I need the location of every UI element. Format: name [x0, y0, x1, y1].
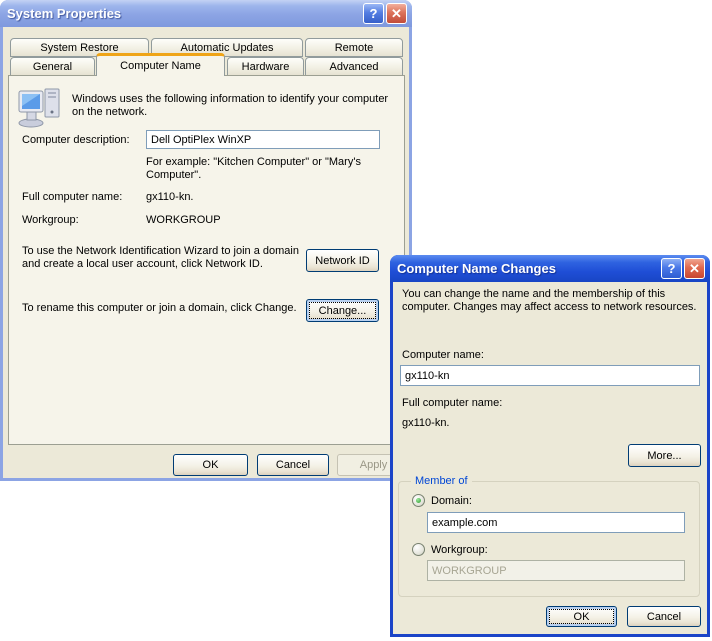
ok-button[interactable]: OK	[546, 606, 617, 627]
description-example-text: For example: "Kitchen Computer" or "Mary…	[146, 156, 386, 182]
full-computer-name-value: gx110-kn.	[146, 191, 194, 204]
computer-name-changes-window: Computer Name Changes ? ✕ You can change…	[390, 255, 710, 637]
tab-remote[interactable]: Remote	[305, 38, 403, 57]
computer-name-changes-titlebar[interactable]: Computer Name Changes ? ✕	[390, 255, 710, 282]
close-icon[interactable]: ✕	[386, 3, 407, 24]
domain-radio-label[interactable]: Domain:	[431, 495, 472, 508]
computer-description-input[interactable]	[146, 130, 380, 149]
full-computer-name-label: Full computer name:	[22, 191, 122, 204]
computer-name-input[interactable]	[400, 365, 700, 386]
computer-name-label: Computer name:	[402, 349, 484, 362]
computer-icon	[18, 88, 64, 128]
change-help-text: To rename this computer or join a domain…	[22, 302, 322, 315]
workgroup-label: Workgroup:	[22, 214, 79, 227]
network-id-button[interactable]: Network ID	[306, 249, 379, 272]
tab-computer-name[interactable]: Computer Name	[96, 53, 225, 76]
full-computer-name-label: Full computer name:	[402, 397, 502, 410]
member-of-groupbox: Member of Domain: Workgroup:	[398, 481, 700, 597]
computer-description-label: Computer description:	[22, 134, 130, 147]
tab-intro-text: Windows uses the following information t…	[72, 93, 398, 119]
ok-button[interactable]: OK	[173, 454, 248, 476]
domain-radio[interactable]	[412, 494, 425, 507]
network-id-help-text: To use the Network Identification Wizard…	[22, 245, 304, 271]
change-button[interactable]: Change...	[306, 299, 379, 322]
system-properties-titlebar[interactable]: System Properties ? ✕	[0, 0, 412, 27]
workgroup-input	[427, 560, 685, 581]
member-of-label: Member of	[411, 475, 472, 488]
tab-general[interactable]: General	[10, 57, 95, 76]
domain-input[interactable]	[427, 512, 685, 533]
cancel-button[interactable]: Cancel	[627, 606, 701, 627]
tab-advanced[interactable]: Advanced	[305, 57, 403, 76]
system-properties-window: System Properties ? ✕ System Restore Aut…	[0, 0, 412, 481]
help-icon[interactable]: ?	[661, 258, 682, 279]
tab-hardware[interactable]: Hardware	[227, 57, 304, 76]
window-title: Computer Name Changes	[397, 261, 556, 276]
full-computer-name-value: gx110-kn.	[402, 417, 450, 430]
help-icon[interactable]: ?	[363, 3, 384, 24]
window-title: System Properties	[7, 6, 121, 21]
cancel-button[interactable]: Cancel	[257, 454, 329, 476]
workgroup-radio[interactable]	[412, 543, 425, 556]
dialog-intro-text: You can change the name and the membersh…	[402, 288, 698, 314]
close-icon[interactable]: ✕	[684, 258, 705, 279]
workgroup-radio-label[interactable]: Workgroup:	[431, 544, 488, 557]
more-button[interactable]: More...	[628, 444, 701, 467]
workgroup-value: WORKGROUP	[146, 214, 221, 227]
